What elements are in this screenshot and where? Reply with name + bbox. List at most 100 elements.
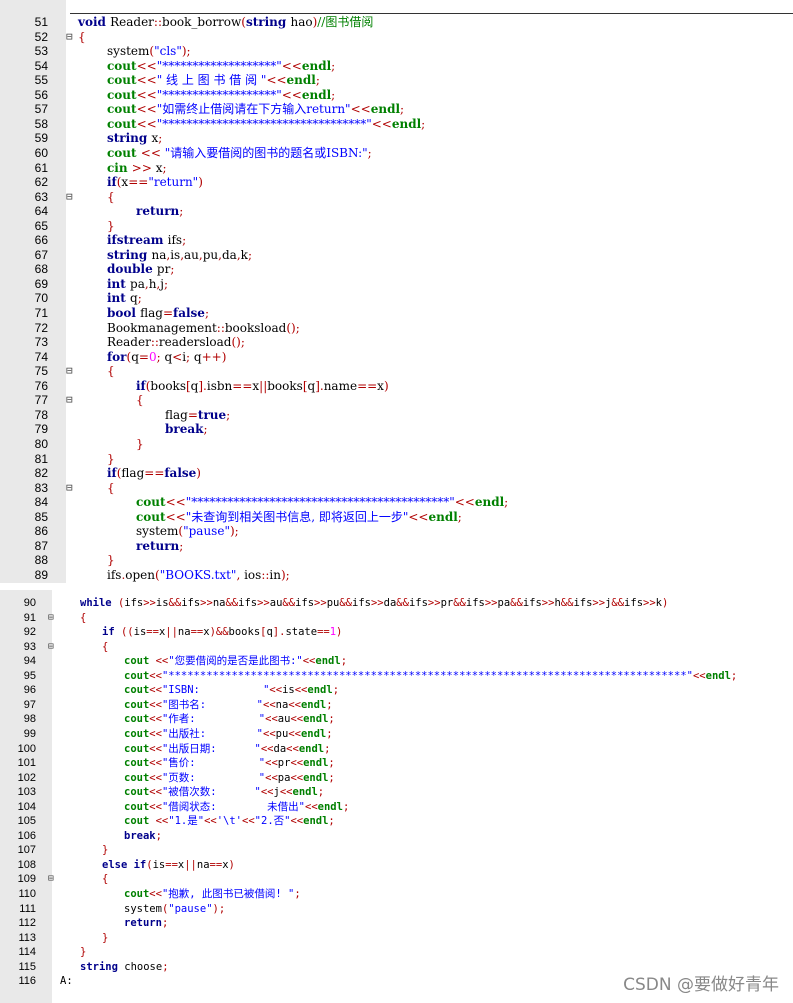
code-text: break; <box>165 422 207 437</box>
code-line[interactable]: 82 if(flag==false) <box>0 466 793 481</box>
code-line[interactable]: 73 Reader::readersload(); <box>0 335 793 350</box>
code-line[interactable]: 79 break; <box>0 422 793 437</box>
code-token: na <box>212 597 226 609</box>
line-number: 59 <box>34 131 48 146</box>
code-line[interactable]: 92 if ((is==x||na==x)&&books[q].state==1) <box>0 625 793 640</box>
code-token: == <box>165 858 178 871</box>
line-number: 52 <box>34 29 48 44</box>
code-line[interactable]: 53 system("cls"); <box>0 44 793 59</box>
code-line[interactable]: 69 int pa,h,j; <box>0 277 793 292</box>
line-number: 105 <box>17 815 36 828</box>
code-line[interactable]: 58 cout<<"*******************************… <box>0 117 793 132</box>
code-line[interactable]: 113} <box>0 931 793 946</box>
code-line[interactable]: 84 cout<<"*******************************… <box>0 495 793 510</box>
code-line[interactable]: 83 ⊟ { <box>0 481 793 496</box>
code-line[interactable]: 56 cout<<"*******************"<<endl; <box>0 88 793 103</box>
code-line[interactable]: 109 ⊟ { <box>0 872 793 887</box>
code-line[interactable]: 51 void Reader::book_borrow(string hao)//… <box>0 15 793 30</box>
code-line[interactable]: 61 cin >> x; <box>0 161 793 176</box>
code-text: } <box>107 452 115 467</box>
code-token: "ISBN: " <box>161 684 270 697</box>
code-line[interactable]: 110 cout<<"抱歉, 此图书已被借阅! "; <box>0 887 793 902</box>
code-line[interactable]: 103 cout<<"被借次数: "<<j<<endl; <box>0 785 793 800</box>
code-line[interactable]: 114} <box>0 945 793 960</box>
code-token: else if <box>102 858 147 871</box>
code-line[interactable]: 88} <box>0 553 793 568</box>
code-line[interactable]: 101 cout<<"售价: "<<pr<<endl; <box>0 756 793 771</box>
code-line[interactable]: 93 ⊟ { <box>0 640 793 655</box>
code-line[interactable]: 91 ⊟ { <box>0 611 793 626</box>
code-line[interactable]: 66 ifstream ifs; <box>0 233 793 248</box>
code-line[interactable]: 85 cout<<"未查询到相关图书信息, 即将返回上一步"<<endl; <box>0 510 793 525</box>
code-line[interactable]: 72 Bookmanagement::booksload(); <box>0 321 793 336</box>
code-token: "如需终止借阅请在下方输入return" <box>156 102 351 117</box>
code-token: false <box>164 466 197 481</box>
code-text: string choose; <box>80 960 169 975</box>
code-line[interactable]: 67 string na,is,au,pu,da,k; <box>0 248 793 263</box>
fold-toggle-icon[interactable]: ⊟ <box>66 190 73 205</box>
code-token: ; <box>186 349 194 364</box>
code-token: endl <box>705 669 731 682</box>
code-line[interactable]: 68 double pr; <box>0 262 793 277</box>
code-token: ; <box>162 960 169 973</box>
line-number: 112 <box>18 917 36 930</box>
code-line[interactable]: 107} <box>0 843 793 858</box>
fold-toggle-icon[interactable]: ⊟ <box>48 611 54 626</box>
fold-toggle-icon[interactable]: ⊟ <box>66 481 73 496</box>
code-line[interactable]: 77 ⊟ { <box>0 393 793 408</box>
code-token: ; <box>204 306 209 320</box>
code-line[interactable]: 86 system("pause"); <box>0 524 793 539</box>
code-line[interactable]: 62 if(x=="return") <box>0 175 793 190</box>
code-line[interactable]: 106 break; <box>0 829 793 844</box>
code-line[interactable]: 94 cout <<"您要借阅的是否是此图书:"<<endl; <box>0 654 793 669</box>
code-text: cout<<"ISBN: "<<is<<endl; <box>124 683 339 698</box>
code-token: << <box>290 757 304 770</box>
code-line[interactable]: 97 cout<<"图书名: "<<na<<endl; <box>0 698 793 713</box>
code-line[interactable]: 78 flag=true; <box>0 408 793 423</box>
fold-toggle-icon[interactable]: ⊟ <box>66 364 73 379</box>
code-line[interactable]: 90 while (ifs>>is&&ifs>>na&&ifs>>au&&ifs>… <box>0 596 793 611</box>
code-line[interactable]: 65} <box>0 219 793 234</box>
code-token: >> <box>643 597 656 609</box>
line-number: 86 <box>34 524 48 539</box>
code-line[interactable]: 55 cout<<" 线 上 图 书 借 阅 "<<endl; <box>0 73 793 88</box>
code-line[interactable]: 104 cout<<"借阅状态: 未借出"<<endl; <box>0 800 793 815</box>
code-line[interactable]: 71 bool flag=false; <box>0 306 793 321</box>
code-line[interactable]: 70 int q; <box>0 291 793 306</box>
code-token: is <box>133 626 147 639</box>
code-line[interactable]: 80} <box>0 437 793 452</box>
code-line[interactable]: 54 cout<<"*******************"<<endl; <box>0 59 793 74</box>
fold-toggle-icon[interactable]: ⊟ <box>48 872 54 887</box>
code-line[interactable]: 108 else if(is==x||na==x) <box>0 858 793 873</box>
code-line[interactable]: 59 string x; <box>0 131 793 146</box>
code-line[interactable]: 95 cout<<"*******************************… <box>0 669 793 684</box>
code-line[interactable]: 60 cout << "请输入要借阅的图书的题名或ISBN:"; <box>0 146 793 161</box>
code-line[interactable]: 75 ⊟ { <box>0 364 793 379</box>
code-line[interactable]: 74 for(q=0; q<i; q++) <box>0 350 793 365</box>
code-line[interactable]: 57 cout<<"如需终止借阅请在下方输入return"<<endl; <box>0 102 793 117</box>
code-line[interactable]: 112 return; <box>0 916 793 931</box>
code-line[interactable]: 98 cout<<"作者: "<<au<<endl; <box>0 712 793 727</box>
code-token: endl <box>292 786 318 799</box>
code-line[interactable]: 96 cout<<"ISBN: "<<is<<endl; <box>0 683 793 698</box>
fold-toggle-icon[interactable]: ⊟ <box>48 640 54 655</box>
code-text: string na,is,au,pu,da,k; <box>107 248 252 263</box>
code-editor-panel-bottom[interactable]: 90 while (ifs>>is&&ifs>>na&&ifs>>au&&ifs>… <box>0 590 793 1003</box>
code-line[interactable]: 111 system("pause"); <box>0 902 793 917</box>
fold-toggle-icon[interactable]: ⊟ <box>66 30 73 45</box>
code-line[interactable]: 64 return; <box>0 204 793 219</box>
code-line[interactable]: 99 cout<<"出版社: "<<pu<<endl; <box>0 727 793 742</box>
code-line[interactable]: 89 ifs.open("BOOKS.txt", ios::in); <box>0 568 793 583</box>
code-token: { <box>80 611 87 624</box>
code-editor-panel-top[interactable]: 51 void Reader::book_borrow(string hao)//… <box>0 0 793 583</box>
code-line[interactable]: 63 ⊟ { <box>0 190 793 205</box>
code-line[interactable]: 76 if(books[q].isbn==x||books[q].name==x) <box>0 379 793 394</box>
code-line[interactable]: 81} <box>0 452 793 467</box>
code-line[interactable]: 100 cout<<"出版日期: "<<da<<endl; <box>0 742 793 757</box>
code-line[interactable]: 105 cout <<"1.是"<<'\t'<<"2.否"<<endl; <box>0 814 793 829</box>
code-line[interactable]: 87 return; <box>0 539 793 554</box>
code-line[interactable]: 102 cout<<"页数: "<<pa<<endl; <box>0 771 793 786</box>
code-line[interactable]: 52 ⊟ { <box>0 30 793 45</box>
code-text: cin >> x; <box>107 161 167 176</box>
fold-toggle-icon[interactable]: ⊟ <box>66 393 73 408</box>
